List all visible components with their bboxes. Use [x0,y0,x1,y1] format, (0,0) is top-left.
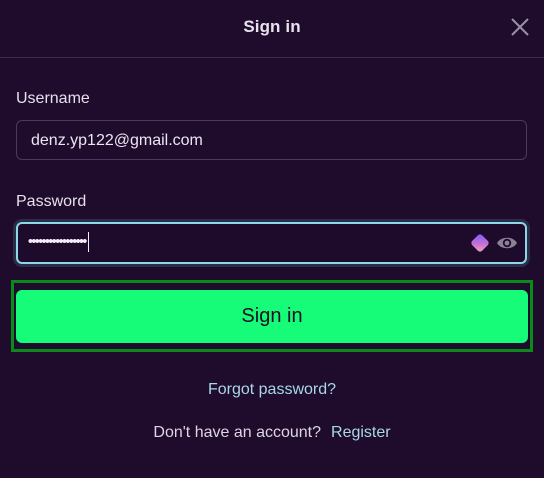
password-field[interactable]: ••••••••••••••••• [16,222,527,264]
eye-icon[interactable] [496,234,518,252]
password-mask: ••••••••••••••••• [28,232,87,249]
password-value: ••••••••••••••••• [28,232,89,252]
dialog-header: Sign in [0,0,544,58]
text-caret [87,232,89,252]
close-button[interactable] [510,17,530,37]
username-label: Username [16,90,90,107]
sign-in-dialog: Sign in Username denz.yp122@gmail.com Pa… [0,0,544,478]
close-icon [511,18,529,36]
no-account-text: Don't have an account? [153,424,322,441]
sign-in-button[interactable]: Sign in [16,290,528,343]
username-field[interactable]: denz.yp122@gmail.com [16,120,527,160]
password-manager-icon[interactable] [468,231,492,255]
register-link[interactable]: Register [331,424,391,441]
password-label: Password [16,193,87,210]
username-value: denz.yp122@gmail.com [31,132,203,149]
dialog-title: Sign in [243,17,301,36]
register-prompt: Don't have an account? Register [0,424,544,442]
forgot-password-link[interactable]: Forgot password? [0,381,544,399]
